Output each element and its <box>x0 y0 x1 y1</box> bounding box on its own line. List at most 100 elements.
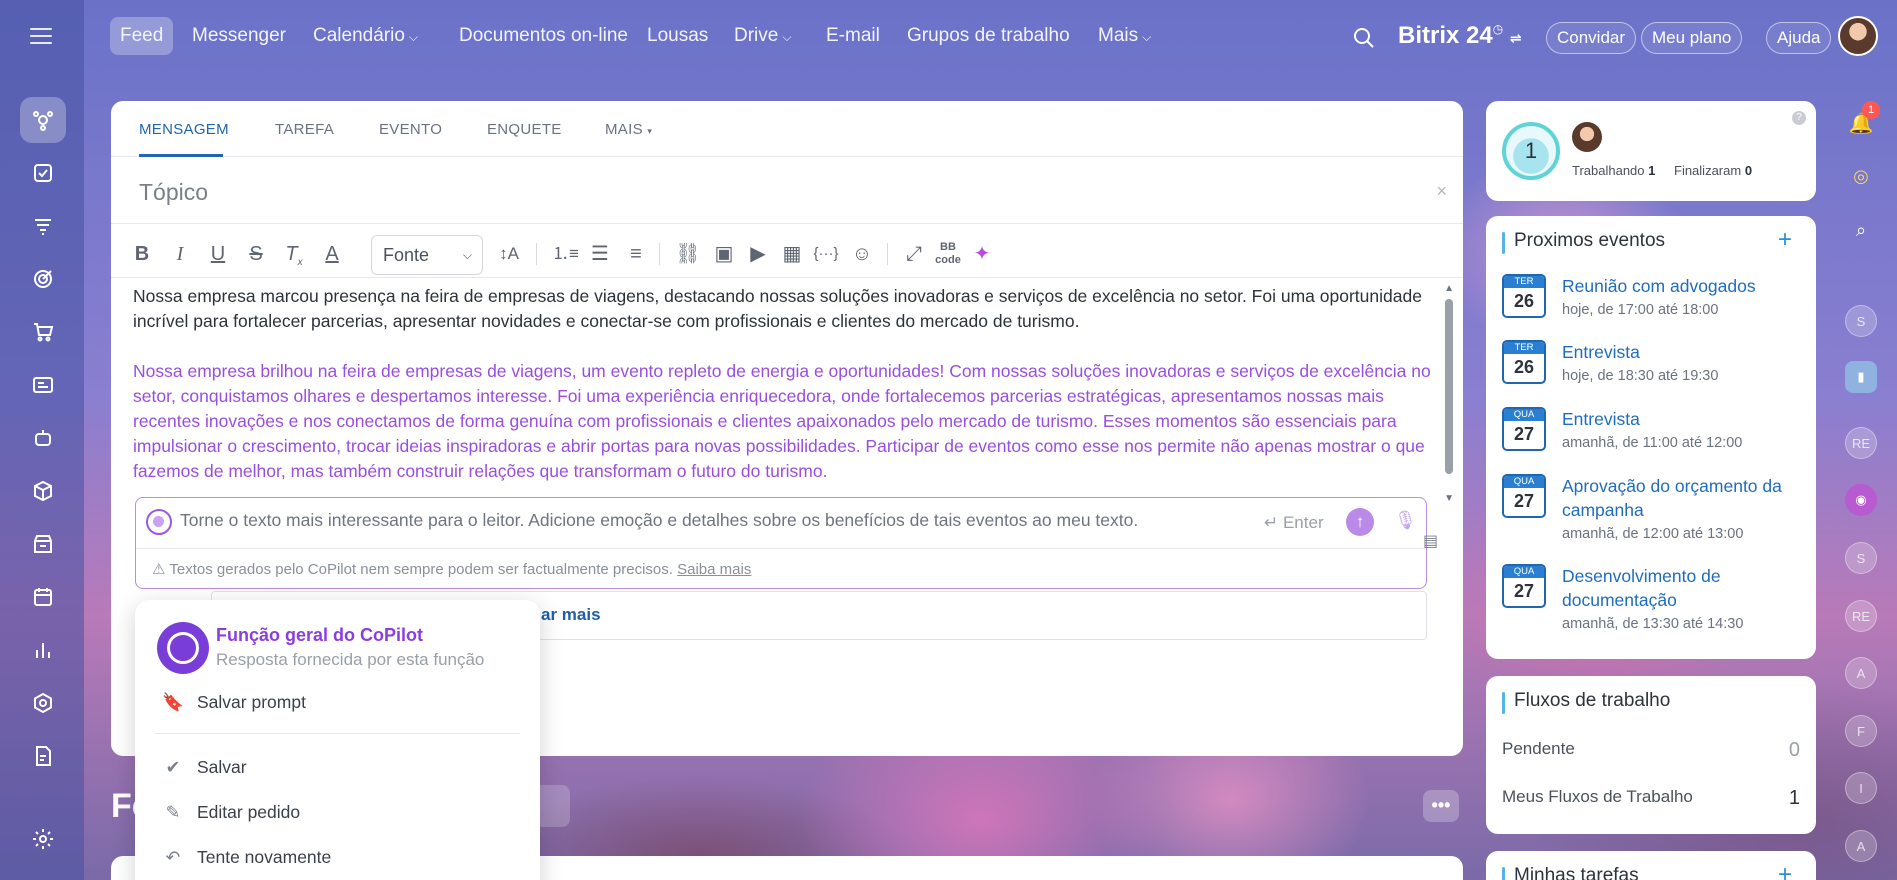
robot-icon[interactable] <box>20 415 66 461</box>
nav-email[interactable]: E-mail <box>816 17 890 55</box>
calendar-grid-icon[interactable] <box>20 574 66 620</box>
my-plan-button[interactable]: Meu plano <box>1641 22 1743 54</box>
font-select[interactable]: Fonte ⌵ <box>371 235 483 275</box>
text-color-icon[interactable]: A <box>319 241 345 267</box>
save-item[interactable]: ✔ Salvar <box>161 753 247 781</box>
contact-avatar[interactable]: A <box>1845 830 1877 862</box>
hexagon-icon[interactable] <box>20 680 66 726</box>
underline-icon[interactable]: U <box>205 241 231 267</box>
show-more-link[interactable]: ar mais <box>541 605 601 625</box>
contact-avatar[interactable]: F <box>1845 715 1877 747</box>
copilot-chat-icon[interactable]: ◉ <box>1845 484 1877 516</box>
bookmark-icon[interactable]: ▮ <box>1845 361 1877 393</box>
topic-input[interactable]: Tópico <box>139 179 208 206</box>
nav-online-documents[interactable]: Documentos on-line <box>449 17 638 55</box>
tab-event[interactable]: EVENTO <box>379 121 442 138</box>
undo-icon: ↶ <box>165 847 181 867</box>
scrollbar-thumb[interactable] <box>1445 299 1453 474</box>
microphone-icon[interactable]: 🎙 <box>1394 510 1417 531</box>
my-workflows-count: 1 <box>1788 787 1800 809</box>
fullscreen-icon[interactable]: ⤢ <box>901 241 927 267</box>
settings-gear-icon[interactable] <box>20 816 66 862</box>
contact-avatar[interactable]: A <box>1845 657 1877 689</box>
nav-calendar[interactable]: Calendário ⌵ <box>303 17 428 55</box>
copy-icon[interactable]: ▤ <box>1423 531 1438 551</box>
event-title[interactable]: Reunião com advogados <box>1562 274 1802 298</box>
nav-drive[interactable]: Drive ⌵ <box>724 17 801 55</box>
help-icon[interactable]: ? <box>1792 111 1806 125</box>
tab-message[interactable]: MENSAGEM <box>139 121 229 138</box>
add-event-icon[interactable]: + <box>1778 226 1792 254</box>
help-button[interactable]: Ajuda <box>1766 22 1832 54</box>
strikethrough-icon[interactable]: S <box>243 241 269 267</box>
box-icon[interactable] <box>20 468 66 514</box>
feed-icon[interactable] <box>20 97 66 143</box>
pending-workflows-row[interactable]: Pendente 0 <box>1502 739 1800 761</box>
align-left-icon[interactable]: ≡ <box>623 241 649 267</box>
bold-icon[interactable]: B <box>129 241 155 267</box>
cart-icon[interactable] <box>20 309 66 355</box>
message-editor[interactable]: Nossa empresa marcou presença na feira d… <box>133 284 1433 484</box>
event-title[interactable]: Desenvolvimento de documentação <box>1562 564 1802 612</box>
learn-more-link[interactable]: Saiba mais <box>677 561 751 578</box>
cards-icon[interactable] <box>20 362 66 408</box>
nav-workgroups[interactable]: Grupos de trabalho <box>897 17 1080 55</box>
editor-scrollbar[interactable] <box>1445 285 1453 495</box>
add-task-icon[interactable]: + <box>1778 861 1792 880</box>
clear-format-icon[interactable]: Tx <box>281 241 307 268</box>
tab-task[interactable]: TAREFA <box>275 121 334 138</box>
avatar[interactable] <box>1572 122 1602 152</box>
my-workflows-row[interactable]: Meus Fluxos de Trabalho 1 <box>1502 787 1800 809</box>
emoji-icon[interactable]: ☺ <box>849 241 875 267</box>
italic-icon[interactable]: I <box>167 241 193 267</box>
code-icon[interactable]: {···} <box>813 241 839 267</box>
link-icon[interactable]: ⛓ <box>675 241 701 267</box>
save-prompt-item[interactable]: 🔖 Salvar prompt <box>161 688 306 716</box>
more-options-icon[interactable]: ••• <box>1423 790 1459 822</box>
nav-messenger[interactable]: Messenger <box>182 17 296 55</box>
contact-avatar[interactable]: RE <box>1845 427 1877 459</box>
store-icon[interactable] <box>20 521 66 567</box>
contact-avatar[interactable]: I <box>1845 772 1877 804</box>
contact-avatar[interactable]: S <box>1845 305 1877 337</box>
close-icon[interactable]: × <box>1436 181 1447 202</box>
nav-more[interactable]: Mais ⌵ <box>1088 17 1161 55</box>
ai-image-icon[interactable]: ✦ <box>969 241 995 267</box>
image-icon[interactable]: ▣ <box>711 241 737 267</box>
chat-search-icon[interactable]: ⌕ <box>1845 214 1877 246</box>
analytics-icon[interactable] <box>20 627 66 673</box>
tasks-icon[interactable] <box>20 150 66 196</box>
toolbar-divider <box>887 243 888 265</box>
event-title[interactable]: Entrevista <box>1562 340 1802 364</box>
edit-request-item[interactable]: ✎ Editar pedido <box>161 798 300 826</box>
nav-boards[interactable]: Lousas <box>637 17 718 55</box>
copilot-function-title[interactable]: Função geral do CoPilot <box>216 625 423 646</box>
search-icon[interactable] <box>1352 26 1376 50</box>
crm-funnel-icon[interactable] <box>20 203 66 249</box>
tab-more[interactable]: MAIS ▾ <box>605 121 652 138</box>
menu-icon[interactable] <box>30 28 52 46</box>
send-arrow-icon[interactable]: ↑ <box>1346 508 1374 536</box>
brand-logo[interactable]: Bitrix 24◷ ⇌ <box>1398 22 1522 50</box>
settings-sliders-icon[interactable]: ⇌ <box>1510 30 1522 46</box>
contact-avatar[interactable]: S <box>1845 542 1877 574</box>
invite-button[interactable]: Convidar <box>1546 22 1637 54</box>
video-icon[interactable]: ▶ <box>745 241 771 267</box>
font-size-icon[interactable]: ↕A <box>496 241 522 267</box>
nav-feed[interactable]: Feed <box>110 17 174 55</box>
event-title[interactable]: Aprovação do orçamento da campanha <box>1562 474 1802 522</box>
event-title[interactable]: Entrevista <box>1562 407 1802 431</box>
tab-poll[interactable]: ENQUETE <box>487 121 562 138</box>
copilot-spiral-icon[interactable]: ◎ <box>1845 160 1877 192</box>
target-icon[interactable] <box>20 256 66 302</box>
retry-item[interactable]: ↶ Tente novamente <box>161 843 332 871</box>
scroll-down-icon[interactable]: ▼ <box>1444 493 1454 504</box>
worktime-counter[interactable]: 1 <box>1502 122 1560 180</box>
contact-avatar[interactable]: RE <box>1845 600 1877 632</box>
bullet-list-icon[interactable]: ☰ <box>587 241 613 267</box>
numbered-list-icon[interactable]: ⒈≡ <box>552 241 579 267</box>
document-edit-icon[interactable] <box>20 733 66 779</box>
bbcode-icon[interactable]: BB code <box>935 241 961 267</box>
copilot-prompt-input[interactable]: Torne o texto mais interessante para o l… <box>180 510 1138 531</box>
table-icon[interactable]: ▦ <box>779 241 805 267</box>
